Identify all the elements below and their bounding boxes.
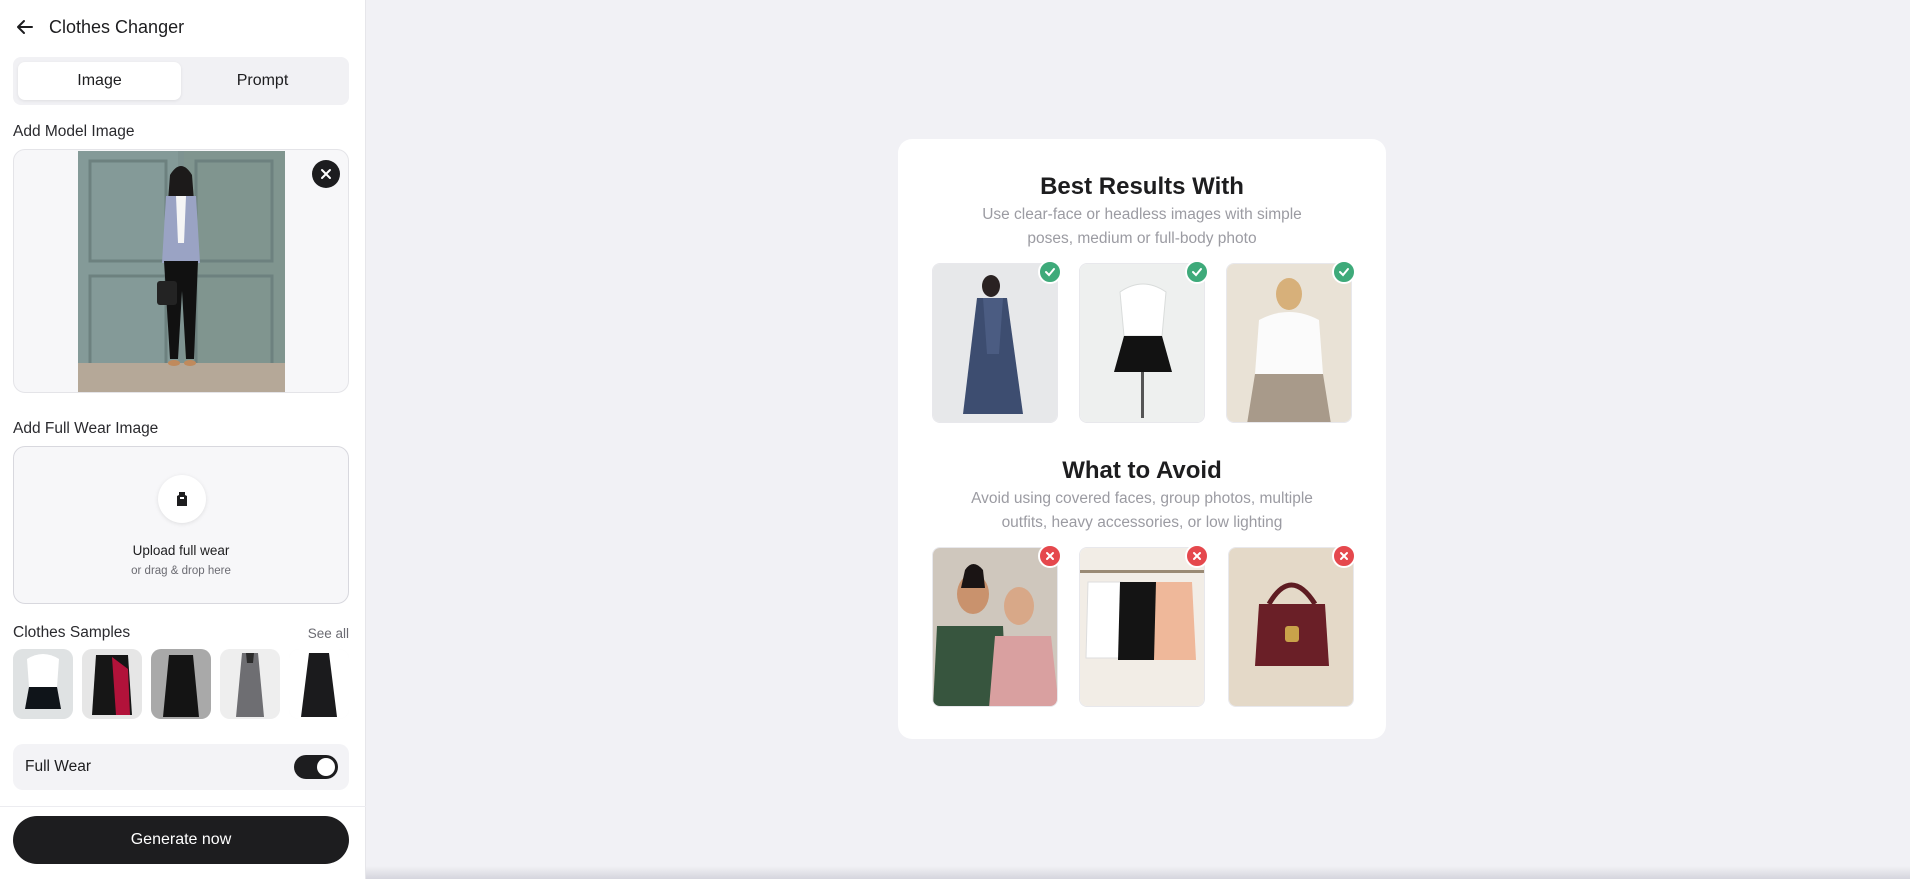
sample-item[interactable]: [13, 649, 73, 719]
best-results-title: Best Results With: [1040, 173, 1244, 200]
sample-item[interactable]: [151, 649, 211, 719]
good-example-image: [1226, 263, 1352, 423]
sample-item[interactable]: [82, 649, 142, 719]
arrow-left-icon: [17, 20, 33, 34]
remove-model-image-button[interactable]: [312, 160, 340, 188]
x-icon: [1038, 544, 1062, 568]
check-icon: [1332, 260, 1356, 284]
x-icon: [1332, 544, 1356, 568]
bad-example-image: [1228, 547, 1354, 707]
garment-icon: [158, 475, 206, 523]
model-image-label: Add Model Image: [13, 123, 135, 140]
model-image-dropzone[interactable]: [13, 149, 349, 393]
x-icon: [1185, 544, 1209, 568]
toggle-knob: [317, 758, 335, 776]
upload-subtitle: or drag & drop here: [131, 565, 231, 577]
full-wear-upload-dropzone[interactable]: Upload full wear or drag & drop here: [13, 446, 349, 604]
sample-item[interactable]: [289, 649, 349, 719]
clothes-samples-header: Clothes Samples See all: [13, 624, 349, 642]
upload-title: Upload full wear: [132, 543, 230, 558]
good-example-image: [932, 263, 1058, 423]
sidebar: Clothes Changer Image Prompt Add Model I…: [0, 0, 366, 879]
back-button[interactable]: [13, 15, 37, 39]
sample-item[interactable]: [220, 649, 280, 719]
avoid-title: What to Avoid: [1062, 457, 1222, 484]
best-results-subtitle: Use clear-face or headless images with s…: [982, 206, 1302, 247]
good-example-image: [1079, 263, 1205, 423]
clothes-samples-list: [13, 649, 349, 719]
bottom-scroll-shade: [366, 866, 1910, 879]
close-icon: [321, 169, 331, 179]
bad-example-image: [1079, 547, 1205, 707]
full-wear-image-label: Add Full Wear Image: [13, 420, 159, 437]
bad-example-image: [932, 547, 1058, 707]
tips-card: Best Results With Use clear-face or head…: [898, 139, 1386, 739]
full-wear-toggle-label: Full Wear: [25, 758, 92, 775]
full-wear-toggle[interactable]: [294, 755, 338, 779]
model-image-preview: [78, 151, 285, 392]
see-all-link[interactable]: See all: [308, 626, 349, 641]
mode-tabs: Image Prompt: [13, 57, 349, 105]
divider: [0, 806, 366, 807]
check-icon: [1185, 260, 1209, 284]
generate-button[interactable]: Generate now: [13, 816, 349, 864]
page-title: Clothes Changer: [49, 16, 185, 37]
clothes-samples-title: Clothes Samples: [13, 624, 131, 641]
check-icon: [1038, 260, 1062, 284]
header: Clothes Changer: [13, 13, 184, 41]
tab-image[interactable]: Image: [18, 62, 181, 100]
avoid-subtitle: Avoid using covered faces, group photos,…: [971, 490, 1313, 531]
full-wear-toggle-row: Full Wear: [13, 744, 349, 790]
tab-prompt[interactable]: Prompt: [181, 62, 344, 100]
